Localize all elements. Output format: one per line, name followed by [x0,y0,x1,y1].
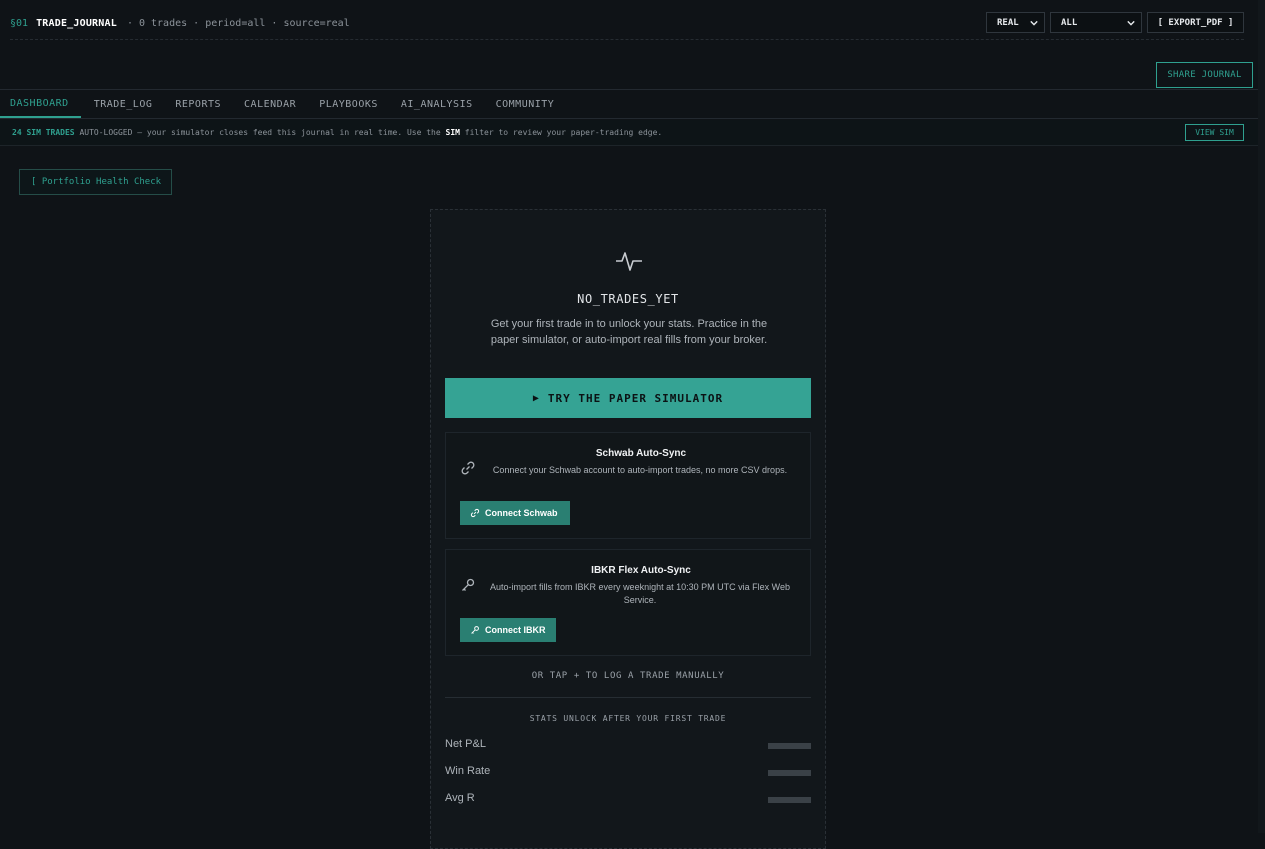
stat-placeholder-bar [768,743,811,749]
chevron-down-icon [1127,20,1135,26]
empty-state-description: Get your first trade in to unlock your s… [490,318,768,346]
connect-ibkr-label: Connect IBKR [485,625,546,635]
view-sim-button[interactable]: VIEW SIM [1185,124,1244,141]
stat-placeholder-bar [768,797,811,803]
link-icon [461,461,475,475]
chevron-down-icon [1030,20,1038,26]
stat-placeholder-bar [768,770,811,776]
journal-meta: · 0 trades · period=all · source=real [126,18,350,29]
header-controls: REAL ALL [ EXPORT_PDF ] [986,12,1244,33]
connect-ibkr-button[interactable]: Connect IBKR [460,618,556,642]
banner-sim-keyword: SIM [445,128,460,137]
portfolio-health-check-button[interactable]: [ Portfolio Health Check [19,169,172,195]
pulse-icon [616,252,642,271]
stat-row-avg-r: Avg R [445,790,811,806]
try-paper-simulator-button[interactable]: ▶ TRY THE PAPER SIMULATOR [445,378,811,418]
try-paper-simulator-label: TRY THE PAPER SIMULATOR [547,391,724,405]
source-select[interactable]: REAL [986,12,1045,33]
page-title: TRADE_JOURNAL [36,18,117,29]
stats-unlock-label: STATS UNLOCK AFTER YOUR FIRST TRADE [529,714,727,723]
banner-text-end: filter to review your paper-trading edge… [459,128,663,137]
tab-community[interactable]: COMMUNITY [483,90,565,118]
ibkr-sync-title: IBKR Flex Auto-Sync [591,565,691,576]
period-select-value: ALL [1061,17,1078,28]
tab-dashboard[interactable]: DASHBOARD [0,90,81,118]
tab-playbooks[interactable]: PLAYBOOKS [306,90,388,118]
stat-label: Net P&L [445,738,486,750]
share-journal-button[interactable]: SHARE JOURNAL [1156,62,1253,88]
tab-bar: DASHBOARD TRADE_LOG REPORTS CALENDAR PLA… [0,89,1258,119]
tab-ai-analysis[interactable]: AI_ANALYSIS [388,90,483,118]
stat-row-win-rate: Win Rate [445,763,811,779]
empty-state-card: NO_TRADES_YET Get your first trade in to… [430,209,826,849]
schwab-sync-card: Schwab Auto-Sync Connect your Schwab acc… [445,432,811,539]
ibkr-sync-description: Auto-import fills from IBKR every weekni… [490,582,790,605]
tab-calendar[interactable]: CALENDAR [231,90,306,118]
tab-trade-log[interactable]: TRADE_LOG [81,90,163,118]
connect-schwab-label: Connect Schwab [485,508,558,518]
log-manually-hint: OR TAP + TO LOG A TRADE MANUALLY [531,671,725,681]
connect-schwab-button[interactable]: Connect Schwab [460,501,570,525]
ibkr-sync-card: IBKR Flex Auto-Sync Auto-import fills fr… [445,549,811,656]
schwab-sync-title: Schwab Auto-Sync [595,448,687,459]
stat-row-net-pnl: Net P&L [445,736,811,752]
key-icon [471,626,479,634]
link-icon [470,508,480,518]
sim-trade-count: 24 SIM TRADES [12,128,75,137]
tab-reports[interactable]: REPORTS [162,90,231,118]
empty-state-title: NO_TRADES_YET [577,292,679,306]
stat-label: Win Rate [445,765,491,777]
sim-banner: 24 SIM TRADES AUTO-LOGGED — your simulat… [0,120,1258,146]
schwab-sync-description: Connect your Schwab account to auto-impo… [492,465,788,475]
divider [445,697,811,698]
source-select-value: REAL [997,17,1019,28]
page-header: §01 TRADE_JOURNAL · 0 trades · period=al… [10,8,1244,40]
period-select[interactable]: ALL [1050,12,1142,33]
page-scrollbar[interactable] [1258,0,1265,833]
play-icon: ▶ [532,392,540,404]
banner-text: AUTO-LOGGED — your simulator closes feed… [74,128,446,137]
section-number: §01 [10,18,29,29]
stat-label: Avg R [445,792,475,804]
key-icon [462,578,475,591]
export-pdf-button[interactable]: [ EXPORT_PDF ] [1147,12,1244,33]
